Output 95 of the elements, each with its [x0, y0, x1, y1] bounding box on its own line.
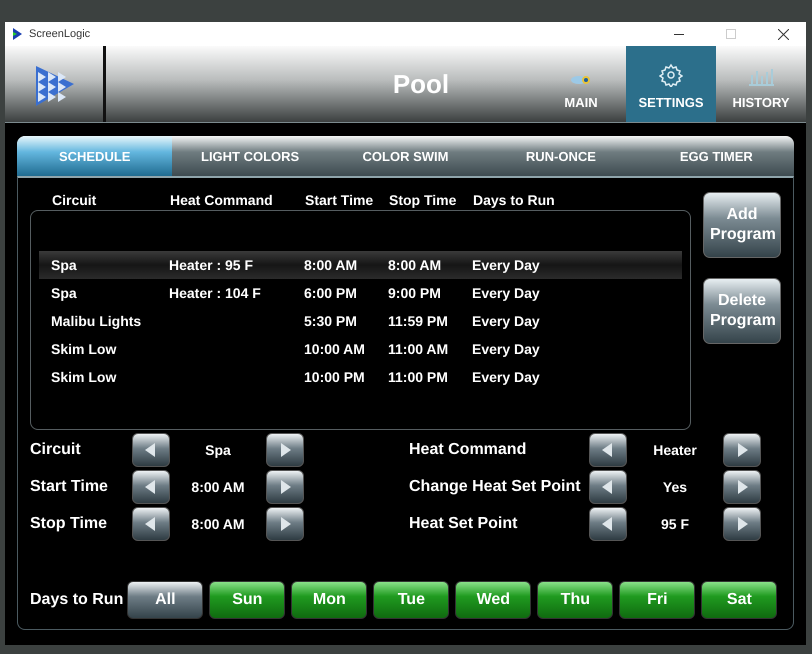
left-triangle-icon	[144, 442, 158, 458]
program-row[interactable]: Skim Low 10:00 PM 11:00 PM Every Day	[39, 363, 682, 391]
program-button[interactable]: Add Program	[703, 192, 781, 258]
table-cell-text: Skim Low	[51, 341, 118, 357]
table-cell-text: Heater : 104 F	[169, 285, 262, 301]
table-cell-text: Spa	[51, 257, 78, 273]
field-label: Change Heat Set Point	[409, 478, 582, 496]
right-triangle-icon	[735, 516, 749, 532]
column-header: Circuit	[52, 192, 98, 208]
field-label: Heat Command	[409, 441, 528, 459]
field-value: 8:00 AM	[190, 479, 246, 495]
table-cell-text: 9:00 PM	[388, 285, 442, 301]
window-title: ScreenLogic	[29, 28, 92, 40]
field-value: 8:00 AM	[190, 516, 246, 532]
table-cell-text: Every Day	[472, 341, 541, 357]
table-cell-text: 6:00 PM	[304, 285, 358, 301]
page-title: Pool	[392, 68, 450, 100]
field-label: Start Time	[30, 478, 109, 496]
left-arrow-button[interactable]	[589, 433, 627, 467]
table-cell-text: 8:00 AM	[388, 257, 442, 273]
bar-chart-icon	[748, 67, 774, 87]
right-triangle-icon	[735, 442, 749, 458]
program-row[interactable]: Spa Heater : 95 F 8:00 AM 8:00 AM Every Day	[39, 251, 682, 279]
table-cell-text: Every Day	[472, 313, 541, 329]
field-value: 95 F	[660, 516, 690, 532]
table-cell-text: 10:00 PM	[304, 369, 366, 385]
settings-icon	[659, 63, 683, 87]
left-triangle-icon	[144, 479, 158, 495]
maximize-icon	[726, 29, 736, 39]
tab[interactable]: LIGHT COLORS	[172, 136, 328, 176]
day-button[interactable]: Sun	[209, 581, 286, 619]
table-cell-text: Malibu Lights	[51, 313, 142, 329]
app-icon	[11, 27, 23, 41]
nav-button[interactable]: MAIN	[536, 46, 626, 122]
day-button[interactable]: All	[127, 581, 204, 619]
right-triangle-icon	[278, 442, 292, 458]
right-arrow-button[interactable]	[266, 507, 304, 541]
column-header: Days to Run	[473, 192, 556, 208]
tab[interactable]: RUN-ONCE	[483, 136, 639, 176]
table-cell-text: 8:00 AM	[304, 257, 358, 273]
left-arrow-button[interactable]	[589, 507, 627, 541]
field-value: Yes	[662, 479, 688, 495]
left-arrow-button[interactable]	[589, 470, 627, 504]
program-row[interactable]: Skim Low 10:00 AM 11:00 AM Every Day	[39, 335, 682, 363]
left-triangle-icon	[601, 442, 615, 458]
left-arrow-button[interactable]	[132, 470, 170, 504]
column-header: Heat Command	[170, 192, 274, 208]
day-button[interactable]: Thu	[537, 581, 614, 619]
nav-button[interactable]: SETTINGS	[626, 46, 716, 122]
tab[interactable]: COLOR SWIM	[328, 136, 484, 176]
table-cell-text: 11:59 PM	[388, 313, 449, 329]
right-arrow-button[interactable]	[266, 433, 304, 467]
table-cell-text: Every Day	[472, 369, 541, 385]
program-button[interactable]: Delete Program	[703, 278, 781, 344]
table-cell-text: Every Day	[472, 257, 541, 273]
days-label: Days to Run	[30, 591, 124, 609]
field-value: Spa	[204, 442, 232, 458]
day-button[interactable]: Wed	[455, 581, 532, 619]
field-value: Heater	[652, 442, 698, 458]
tab[interactable]: EGG TIMER	[638, 136, 794, 176]
right-triangle-icon	[735, 479, 749, 495]
left-triangle-icon	[601, 479, 615, 495]
right-triangle-icon	[278, 516, 292, 532]
column-header: Stop Time	[389, 192, 458, 208]
tab[interactable]: SCHEDULE	[17, 136, 172, 176]
nav-button[interactable]: HISTORY	[716, 46, 806, 122]
day-button[interactable]: Tue	[373, 581, 450, 619]
right-triangle-icon	[278, 479, 292, 495]
program-row[interactable]: Malibu Lights 5:30 PM 11:59 PM Every Day	[39, 307, 682, 335]
table-cell-text: 11:00 AM	[388, 341, 450, 357]
day-button[interactable]: Fri	[619, 581, 696, 619]
left-arrow-button[interactable]	[132, 433, 170, 467]
close-icon	[778, 28, 788, 40]
day-button[interactable]: Mon	[291, 581, 368, 619]
right-arrow-button[interactable]	[266, 470, 304, 504]
column-header: Start Time	[305, 192, 374, 208]
table-cell-text: Every Day	[472, 285, 541, 301]
right-arrow-button[interactable]	[723, 433, 761, 467]
table-cell-text: Skim Low	[51, 369, 118, 385]
table-cell-text: Spa	[51, 285, 78, 301]
table-cell-text: 10:00 AM	[304, 341, 366, 357]
program-row[interactable]: Spa Heater : 104 F 6:00 PM 9:00 PM Every Day	[39, 279, 682, 307]
right-arrow-button[interactable]	[723, 470, 761, 504]
left-triangle-icon	[601, 516, 615, 532]
left-triangle-icon	[144, 516, 158, 532]
pool-icon	[570, 73, 592, 87]
table-cell-text: 5:30 PM	[304, 313, 358, 329]
table-cell-text: 11:00 PM	[388, 369, 449, 385]
left-arrow-button[interactable]	[132, 507, 170, 541]
field-label: Circuit	[30, 441, 82, 459]
day-button[interactable]: Sat	[701, 581, 778, 619]
field-label: Stop Time	[30, 515, 108, 533]
field-label: Heat Set Point	[409, 515, 518, 533]
right-arrow-button[interactable]	[723, 507, 761, 541]
table-cell-text: Heater : 95 F	[169, 257, 254, 273]
